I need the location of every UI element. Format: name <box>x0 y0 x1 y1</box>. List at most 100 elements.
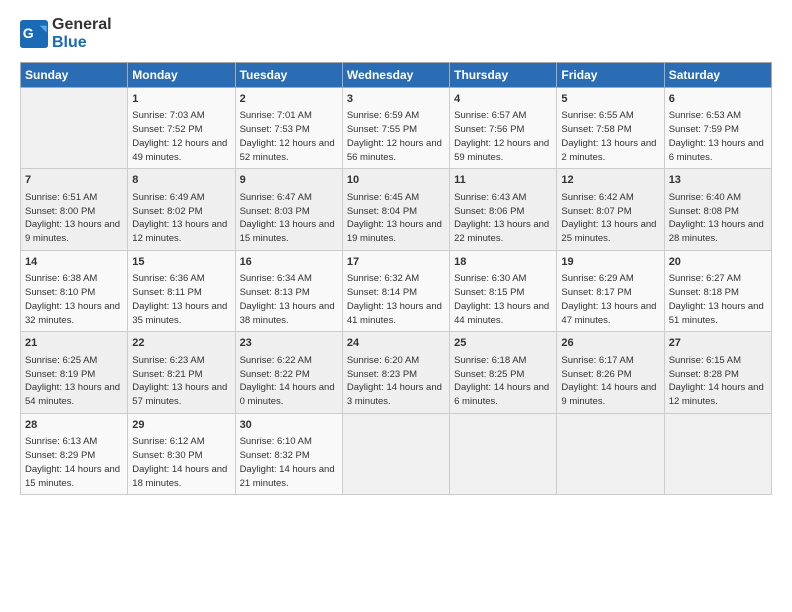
calendar-cell: 3 Sunrise: 6:59 AM Sunset: 7:55 PM Dayli… <box>342 88 449 169</box>
sunset-text: Sunset: 8:15 PM <box>454 286 552 300</box>
daylight-text: Daylight: 13 hours and 54 minutes. <box>25 381 123 409</box>
day-number: 25 <box>454 336 552 351</box>
calendar-week-row: 14 Sunrise: 6:38 AM Sunset: 8:10 PM Dayl… <box>21 250 772 331</box>
sunset-text: Sunset: 8:21 PM <box>132 368 230 382</box>
daylight-text: Daylight: 13 hours and 9 minutes. <box>25 218 123 246</box>
day-number: 13 <box>669 173 767 188</box>
daylight-text: Daylight: 13 hours and 28 minutes. <box>669 218 767 246</box>
sunset-text: Sunset: 8:03 PM <box>240 205 338 219</box>
day-number: 30 <box>240 418 338 433</box>
sunrise-text: Sunrise: 6:29 AM <box>561 272 659 286</box>
sunset-text: Sunset: 8:25 PM <box>454 368 552 382</box>
calendar-cell: 1 Sunrise: 7:03 AM Sunset: 7:52 PM Dayli… <box>128 88 235 169</box>
day-number: 20 <box>669 255 767 270</box>
daylight-text: Daylight: 13 hours and 25 minutes. <box>561 218 659 246</box>
day-number: 9 <box>240 173 338 188</box>
calendar-cell: 15 Sunrise: 6:36 AM Sunset: 8:11 PM Dayl… <box>128 250 235 331</box>
sunrise-text: Sunrise: 6:43 AM <box>454 191 552 205</box>
calendar-cell: 21 Sunrise: 6:25 AM Sunset: 8:19 PM Dayl… <box>21 332 128 413</box>
daylight-text: Daylight: 13 hours and 22 minutes. <box>454 218 552 246</box>
cell-info: Sunrise: 7:03 AM Sunset: 7:52 PM Dayligh… <box>132 109 230 164</box>
cell-info: Sunrise: 6:42 AM Sunset: 8:07 PM Dayligh… <box>561 191 659 246</box>
sunset-text: Sunset: 7:58 PM <box>561 123 659 137</box>
sunrise-text: Sunrise: 6:53 AM <box>669 109 767 123</box>
sunrise-text: Sunrise: 6:49 AM <box>132 191 230 205</box>
sunset-text: Sunset: 8:18 PM <box>669 286 767 300</box>
sunset-text: Sunset: 8:08 PM <box>669 205 767 219</box>
daylight-text: Daylight: 13 hours and 6 minutes. <box>669 137 767 165</box>
day-number: 29 <box>132 418 230 433</box>
daylight-text: Daylight: 12 hours and 59 minutes. <box>454 137 552 165</box>
weekday-header: Monday <box>128 63 235 88</box>
calendar-page: G General Blue SundayMondayTuesdayWednes… <box>0 0 792 612</box>
day-number: 15 <box>132 255 230 270</box>
calendar-week-row: 1 Sunrise: 7:03 AM Sunset: 7:52 PM Dayli… <box>21 88 772 169</box>
sunrise-text: Sunrise: 6:34 AM <box>240 272 338 286</box>
daylight-text: Daylight: 14 hours and 18 minutes. <box>132 463 230 491</box>
cell-info: Sunrise: 6:22 AM Sunset: 8:22 PM Dayligh… <box>240 354 338 409</box>
logo: G General Blue <box>20 16 112 52</box>
daylight-text: Daylight: 13 hours and 32 minutes. <box>25 300 123 328</box>
calendar-cell: 2 Sunrise: 7:01 AM Sunset: 7:53 PM Dayli… <box>235 88 342 169</box>
calendar-cell: 30 Sunrise: 6:10 AM Sunset: 8:32 PM Dayl… <box>235 413 342 494</box>
day-number: 17 <box>347 255 445 270</box>
cell-info: Sunrise: 6:57 AM Sunset: 7:56 PM Dayligh… <box>454 109 552 164</box>
calendar-cell: 13 Sunrise: 6:40 AM Sunset: 8:08 PM Dayl… <box>664 169 771 250</box>
cell-info: Sunrise: 6:29 AM Sunset: 8:17 PM Dayligh… <box>561 272 659 327</box>
calendar-week-row: 7 Sunrise: 6:51 AM Sunset: 8:00 PM Dayli… <box>21 169 772 250</box>
sunrise-text: Sunrise: 6:22 AM <box>240 354 338 368</box>
calendar-cell: 29 Sunrise: 6:12 AM Sunset: 8:30 PM Dayl… <box>128 413 235 494</box>
calendar-cell: 11 Sunrise: 6:43 AM Sunset: 8:06 PM Dayl… <box>450 169 557 250</box>
sunset-text: Sunset: 8:00 PM <box>25 205 123 219</box>
sunrise-text: Sunrise: 6:12 AM <box>132 435 230 449</box>
calendar-cell: 20 Sunrise: 6:27 AM Sunset: 8:18 PM Dayl… <box>664 250 771 331</box>
calendar-cell: 4 Sunrise: 6:57 AM Sunset: 7:56 PM Dayli… <box>450 88 557 169</box>
weekday-header: Tuesday <box>235 63 342 88</box>
svg-text:G: G <box>23 25 34 41</box>
sunset-text: Sunset: 8:10 PM <box>25 286 123 300</box>
daylight-text: Daylight: 14 hours and 9 minutes. <box>561 381 659 409</box>
day-number: 14 <box>25 255 123 270</box>
calendar-cell: 16 Sunrise: 6:34 AM Sunset: 8:13 PM Dayl… <box>235 250 342 331</box>
sunset-text: Sunset: 7:56 PM <box>454 123 552 137</box>
sunset-text: Sunset: 8:19 PM <box>25 368 123 382</box>
sunrise-text: Sunrise: 6:38 AM <box>25 272 123 286</box>
daylight-text: Daylight: 14 hours and 3 minutes. <box>347 381 445 409</box>
daylight-text: Daylight: 13 hours and 35 minutes. <box>132 300 230 328</box>
sunrise-text: Sunrise: 6:20 AM <box>347 354 445 368</box>
sunrise-text: Sunrise: 6:15 AM <box>669 354 767 368</box>
cell-info: Sunrise: 6:40 AM Sunset: 8:08 PM Dayligh… <box>669 191 767 246</box>
daylight-text: Daylight: 14 hours and 15 minutes. <box>25 463 123 491</box>
cell-info: Sunrise: 6:49 AM Sunset: 8:02 PM Dayligh… <box>132 191 230 246</box>
cell-info: Sunrise: 6:15 AM Sunset: 8:28 PM Dayligh… <box>669 354 767 409</box>
daylight-text: Daylight: 14 hours and 21 minutes. <box>240 463 338 491</box>
calendar-cell: 25 Sunrise: 6:18 AM Sunset: 8:25 PM Dayl… <box>450 332 557 413</box>
sunset-text: Sunset: 8:11 PM <box>132 286 230 300</box>
daylight-text: Daylight: 13 hours and 15 minutes. <box>240 218 338 246</box>
daylight-text: Daylight: 13 hours and 57 minutes. <box>132 381 230 409</box>
sunset-text: Sunset: 8:07 PM <box>561 205 659 219</box>
weekday-header: Thursday <box>450 63 557 88</box>
day-number: 5 <box>561 92 659 107</box>
weekday-header: Friday <box>557 63 664 88</box>
calendar-cell <box>21 88 128 169</box>
sunrise-text: Sunrise: 6:17 AM <box>561 354 659 368</box>
cell-info: Sunrise: 6:17 AM Sunset: 8:26 PM Dayligh… <box>561 354 659 409</box>
sunset-text: Sunset: 8:04 PM <box>347 205 445 219</box>
sunrise-text: Sunrise: 6:45 AM <box>347 191 445 205</box>
sunrise-text: Sunrise: 6:42 AM <box>561 191 659 205</box>
day-number: 6 <box>669 92 767 107</box>
calendar-cell: 14 Sunrise: 6:38 AM Sunset: 8:10 PM Dayl… <box>21 250 128 331</box>
sunset-text: Sunset: 8:06 PM <box>454 205 552 219</box>
cell-info: Sunrise: 6:34 AM Sunset: 8:13 PM Dayligh… <box>240 272 338 327</box>
day-number: 3 <box>347 92 445 107</box>
day-number: 22 <box>132 336 230 351</box>
day-number: 8 <box>132 173 230 188</box>
calendar-cell: 19 Sunrise: 6:29 AM Sunset: 8:17 PM Dayl… <box>557 250 664 331</box>
calendar-cell: 27 Sunrise: 6:15 AM Sunset: 8:28 PM Dayl… <box>664 332 771 413</box>
day-number: 11 <box>454 173 552 188</box>
cell-info: Sunrise: 6:53 AM Sunset: 7:59 PM Dayligh… <box>669 109 767 164</box>
day-number: 27 <box>669 336 767 351</box>
calendar-week-row: 21 Sunrise: 6:25 AM Sunset: 8:19 PM Dayl… <box>21 332 772 413</box>
daylight-text: Daylight: 13 hours and 47 minutes. <box>561 300 659 328</box>
